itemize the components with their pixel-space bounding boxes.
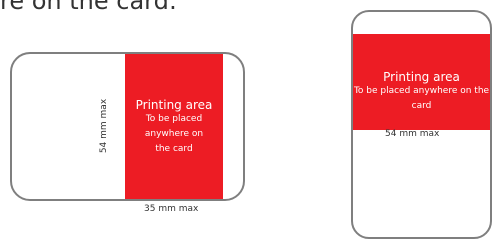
landscape-print-area-title: Printing area <box>135 98 213 112</box>
portrait-card: Printing area To be placed anywhere on t… <box>351 10 492 239</box>
portrait-print-area-subtitle: To be placed anywhere on the card <box>353 86 490 111</box>
landscape-print-area-subtitle: To be placed anywhere on the card <box>144 114 204 154</box>
heading-fragment: re on the card: <box>0 0 177 15</box>
portrait-print-area-title: Printing area <box>383 70 460 84</box>
portrait-print-area: Printing area To be placed anywhere on t… <box>353 34 490 130</box>
landscape-width-label: 35 mm max <box>144 204 199 214</box>
landscape-print-area: Printing area To be placed anywhere on t… <box>125 54 223 199</box>
landscape-height-label: 54 mm max <box>99 98 109 154</box>
portrait-width-label: 54 mm max <box>385 129 440 139</box>
landscape-card: Printing area To be placed anywhere on t… <box>10 52 245 201</box>
